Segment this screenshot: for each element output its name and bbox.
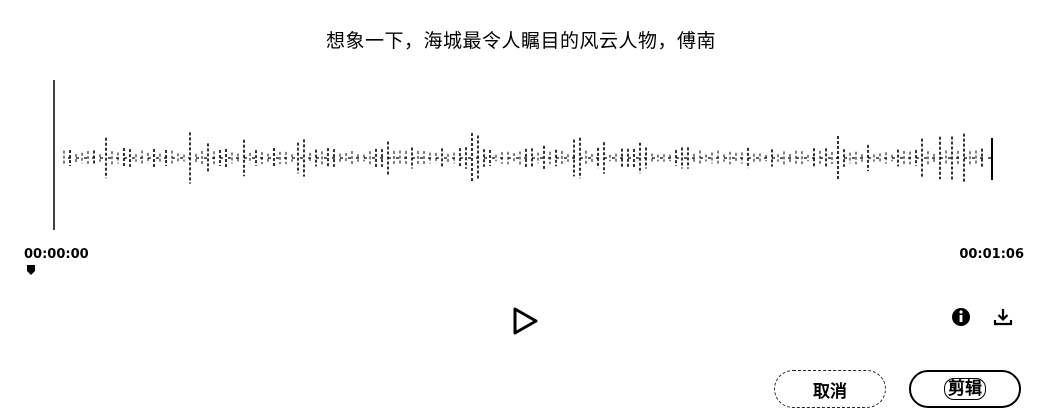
audio-editor: 想象一下，海城最令人瞩目的风云人物，傅南 00:00:00 00:01:06 取… [0, 0, 1042, 415]
play-icon[interactable] [510, 306, 540, 336]
start-time: 00:00:00 [24, 247, 89, 262]
cancel-button[interactable]: 取消 [774, 370, 886, 408]
end-time: 00:01:06 [959, 247, 1024, 262]
cut-button[interactable]: 剪辑 [909, 370, 1021, 408]
audio-title: 想象一下，海城最令人瞩目的风云人物，傅南 [325, 30, 716, 52]
cut-button-label: 剪辑 [944, 378, 986, 400]
playhead-marker-icon[interactable] [26, 264, 36, 276]
cancel-button-label: 取消 [813, 381, 847, 402]
download-icon[interactable] [992, 306, 1014, 328]
info-icon[interactable] [950, 306, 972, 328]
waveform[interactable] [0, 75, 1042, 240]
waveform-graphic [53, 80, 993, 230]
